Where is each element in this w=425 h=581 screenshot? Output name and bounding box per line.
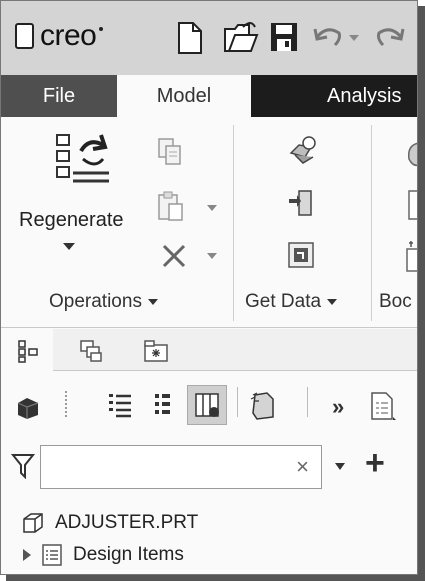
open-file-icon[interactable] xyxy=(223,19,259,55)
ribbon-panel: Regenerate Operations Get Data Boc xyxy=(1,117,417,328)
tree-root-item[interactable]: ADJUSTER.PRT xyxy=(21,511,198,535)
tab-model[interactable]: Model xyxy=(117,75,251,117)
toolbar-separator xyxy=(237,387,238,417)
design-items-icon xyxy=(42,544,62,566)
delete-dropdown-icon[interactable] xyxy=(207,253,217,259)
trademark-dot-icon xyxy=(99,27,104,31)
undo-icon[interactable] xyxy=(313,25,343,49)
logo-mark-icon xyxy=(15,23,34,49)
navigator-tabs xyxy=(1,329,417,371)
redo-icon[interactable] xyxy=(375,25,405,49)
clear-filter-icon[interactable]: × xyxy=(296,454,309,480)
toolbar-separator xyxy=(65,391,67,417)
part-icon xyxy=(23,513,43,533)
creo-window: creo File Model Analysis Regenerate Oper… xyxy=(0,0,418,575)
regenerate-icon xyxy=(56,134,109,183)
tree-settings-icon[interactable] xyxy=(107,391,133,419)
group-operations-label: Operations xyxy=(49,291,142,312)
undo-dropdown-icon[interactable] xyxy=(349,35,359,41)
body-operation-icon[interactable] xyxy=(405,139,418,169)
layer-properties-icon[interactable] xyxy=(369,391,397,423)
model-tree-icon xyxy=(18,340,38,363)
tab-analysis[interactable]: Analysis xyxy=(251,75,417,117)
tree-item-design-items[interactable]: Design Items xyxy=(23,543,184,567)
group-operations[interactable]: Operations xyxy=(49,291,158,313)
group-divider xyxy=(371,125,372,321)
tab-file[interactable]: File xyxy=(1,75,117,117)
group-get-data-label: Get Data xyxy=(245,291,322,312)
paste-icon[interactable] xyxy=(157,191,185,223)
tree-item-label: Design Items xyxy=(73,544,184,565)
chevron-down-icon xyxy=(147,298,158,305)
group-get-data[interactable]: Get Data xyxy=(245,291,338,313)
regenerate-label: Regenerate xyxy=(19,209,124,231)
regenerate-dropdown-icon[interactable] xyxy=(63,243,75,250)
delete-icon[interactable] xyxy=(161,243,187,269)
chevron-down-icon xyxy=(327,298,338,305)
filter-input[interactable] xyxy=(41,446,281,486)
show-features-icon[interactable] xyxy=(249,391,277,421)
logo-text: creo xyxy=(40,19,97,52)
paste-dropdown-icon[interactable] xyxy=(207,205,217,211)
body-new-icon[interactable] xyxy=(403,239,418,273)
favorites-icon[interactable] xyxy=(143,339,169,363)
tab-model-tree[interactable] xyxy=(1,329,53,371)
model-tree-toolbar xyxy=(1,373,417,435)
title-bar: creo xyxy=(1,1,417,75)
copy-icon[interactable] xyxy=(157,137,183,167)
user-defined-feature-icon[interactable] xyxy=(285,133,319,167)
more-tools-button[interactable]: » xyxy=(332,394,344,420)
toolbar-separator xyxy=(307,387,308,417)
columns-icon xyxy=(195,393,219,417)
group-divider xyxy=(233,125,234,321)
body-shell-icon[interactable] xyxy=(405,189,418,221)
save-icon[interactable] xyxy=(269,21,299,53)
group-body[interactable]: Boc xyxy=(379,291,412,313)
folder-browser-icon[interactable] xyxy=(79,339,103,363)
new-file-icon[interactable] xyxy=(177,21,203,55)
group-body-label: Boc xyxy=(379,291,412,312)
add-filter-button[interactable]: + xyxy=(365,446,385,480)
copy-geometry-icon[interactable] xyxy=(287,187,317,219)
shrinkwrap-icon[interactable] xyxy=(285,239,317,271)
filter-funnel-icon[interactable] xyxy=(11,453,35,479)
tree-root-label: ADJUSTER.PRT xyxy=(55,512,199,533)
window-shadow xyxy=(418,6,425,581)
ribbon-tab-bar: File Model Analysis xyxy=(1,75,417,117)
expand-arrow-icon[interactable] xyxy=(23,549,31,561)
filter-search-box: × xyxy=(40,445,322,489)
creo-logo: creo xyxy=(15,19,104,53)
filter-dropdown-icon[interactable] xyxy=(335,463,345,470)
window-shadow xyxy=(6,575,425,581)
show-columns-button[interactable] xyxy=(187,385,227,425)
tree-filters-icon[interactable] xyxy=(153,391,173,419)
part-cube-icon[interactable] xyxy=(15,395,41,421)
